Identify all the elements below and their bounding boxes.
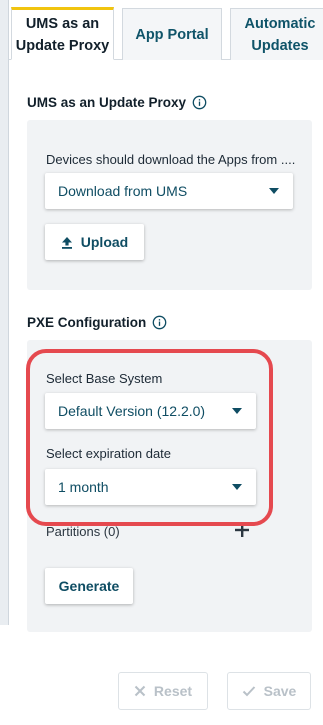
generate-label: Generate — [58, 578, 120, 594]
upload-label: Upload — [80, 234, 129, 250]
upload-button[interactable]: Upload — [45, 224, 144, 260]
tab-automatic-updates[interactable]: Automatic Updates — [230, 8, 323, 60]
upload-icon — [61, 236, 72, 249]
info-icon[interactable] — [152, 315, 167, 330]
partitions-label: Partitions (0) — [46, 524, 120, 539]
download-source-value: Download from UMS — [58, 183, 188, 199]
left-rail — [0, 0, 9, 625]
reset-label: Reset — [153, 683, 193, 699]
update-proxy-section-title: UMS as an Update Proxy — [27, 95, 207, 110]
update-proxy-card: Devices should download the Apps from ..… — [27, 120, 312, 290]
save-label: Save — [263, 683, 297, 699]
chevron-down-icon — [269, 188, 279, 194]
reset-button[interactable]: Reset — [118, 672, 208, 710]
check-icon — [242, 686, 255, 697]
close-icon — [134, 685, 146, 697]
download-source-label: Devices should download the Apps from ..… — [46, 152, 296, 167]
download-source-select[interactable]: Download from UMS — [45, 173, 293, 209]
tab-bar: UMS as an Update Proxy App Portal Automa… — [9, 0, 323, 60]
save-button[interactable]: Save — [227, 672, 311, 710]
tab-ums-update-proxy[interactable]: UMS as an Update Proxy — [11, 7, 114, 60]
generate-button[interactable]: Generate — [45, 568, 133, 604]
tab-app-portal[interactable]: App Portal — [122, 8, 222, 60]
highlight-annotation — [26, 349, 273, 526]
info-icon[interactable] — [192, 95, 207, 110]
pxe-section-title: PXE Configuration — [27, 315, 167, 330]
pxe-title: PXE Configuration — [27, 315, 147, 330]
update-proxy-title: UMS as an Update Proxy — [27, 95, 187, 110]
